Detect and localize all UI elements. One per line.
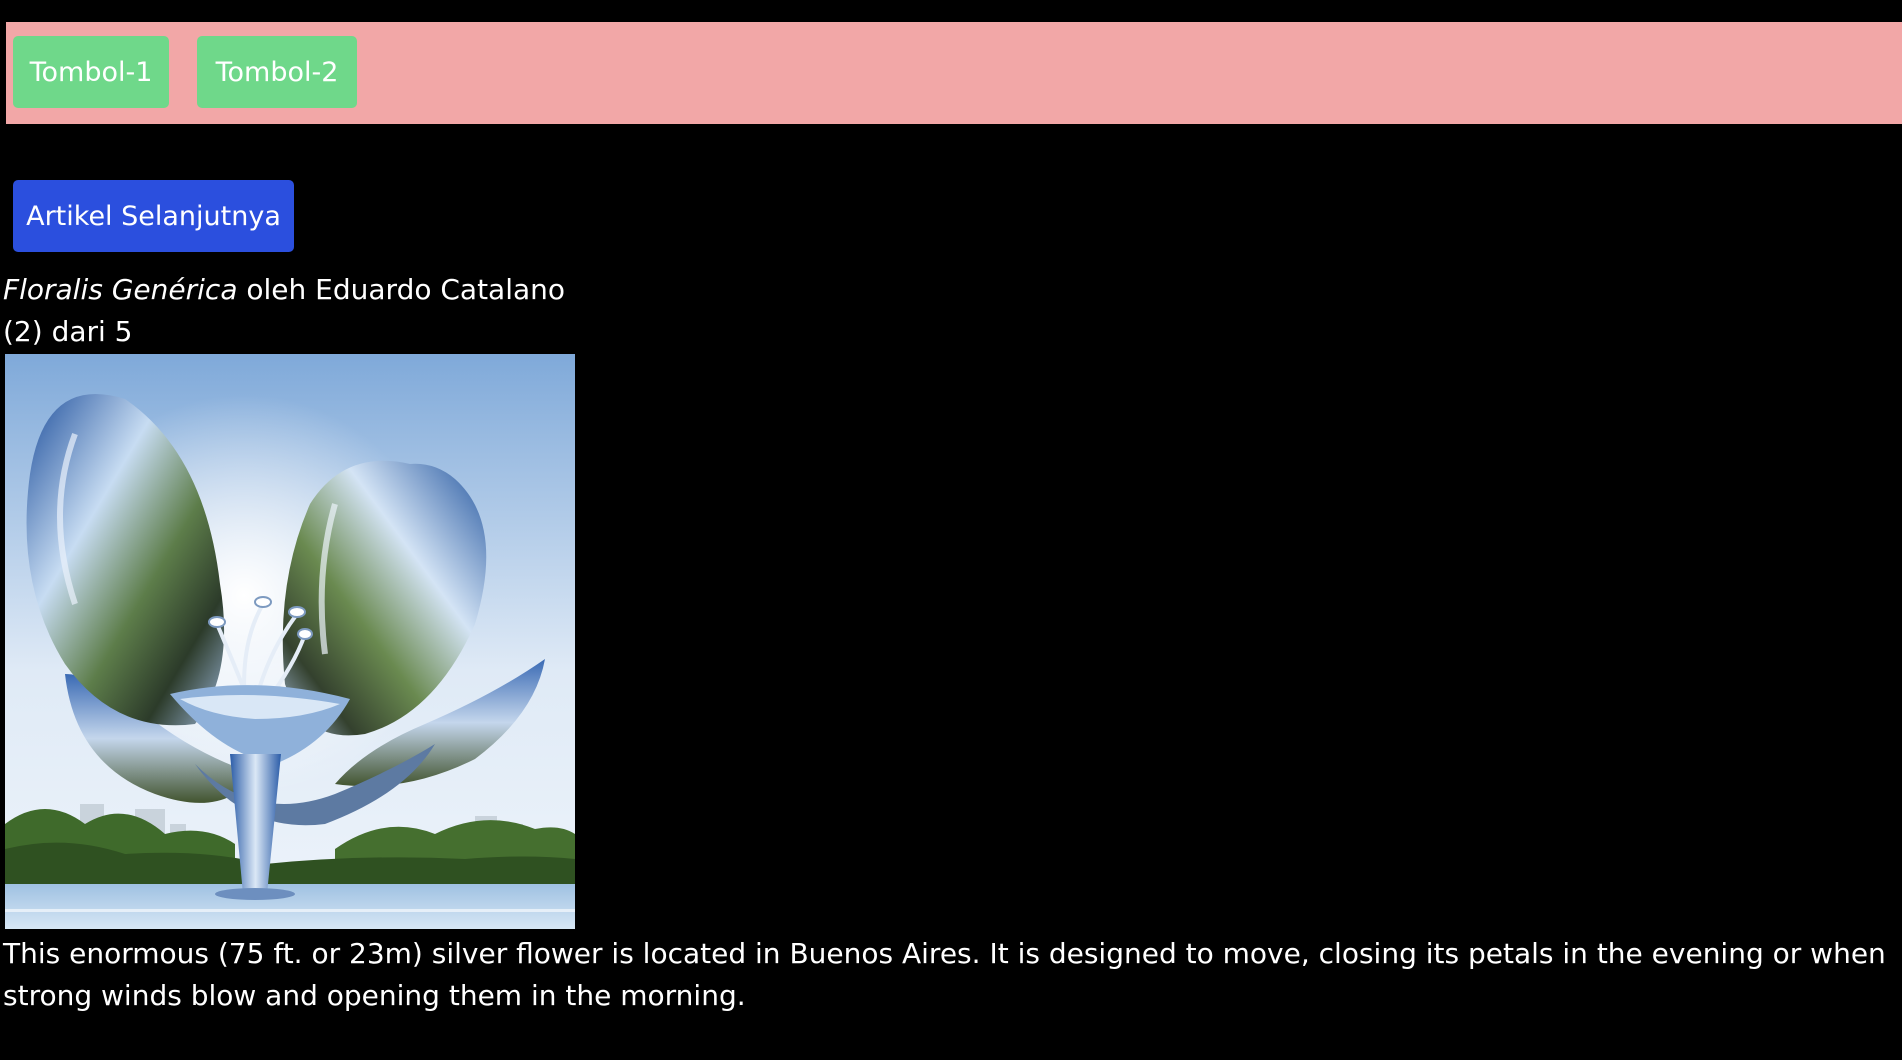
top-toolbar: Tombol-1 Tombol-2 — [6, 22, 1902, 124]
tombol-2-button[interactable]: Tombol-2 — [197, 36, 357, 108]
slide-counter: (2) dari 5 — [3, 315, 133, 348]
artwork-image — [5, 354, 575, 929]
page: Tombol-1 Tombol-2 Artikel Selanjutnya Fl… — [0, 0, 1902, 1060]
tombol-1-button[interactable]: Tombol-1 — [13, 36, 169, 108]
artwork-caption: Floralis Genérica oleh Eduardo Catalano — [3, 272, 565, 308]
next-article-button[interactable]: Artikel Selanjutnya — [13, 180, 294, 252]
artwork-title: Floralis Genérica — [3, 273, 238, 306]
artwork-description: This enormous (75 ft. or 23m) silver flo… — [3, 937, 1886, 1012]
artwork-byline: oleh Eduardo Catalano — [246, 273, 566, 306]
